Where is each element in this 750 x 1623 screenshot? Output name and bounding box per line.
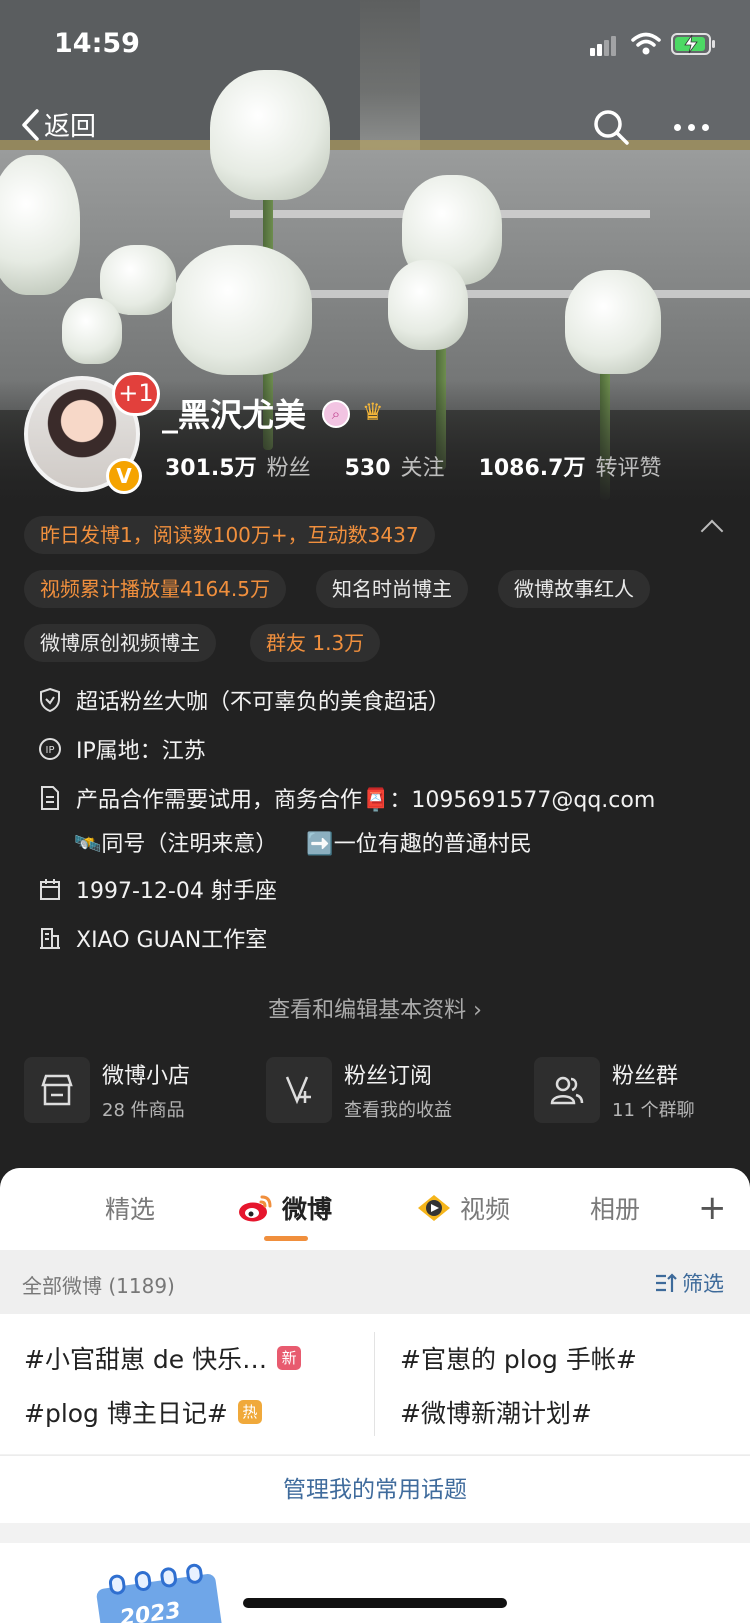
common-topics: #小官甜崽 de 快乐… 新 #plog 博主日记# 热 #官崽的 plog 手帐#… — [0, 1314, 750, 1454]
status-bar: 14:59 — [0, 28, 750, 68]
back-label: 返回 — [44, 112, 97, 142]
battery-charging-icon — [671, 33, 715, 55]
tab-featured[interactable]: 精选 — [105, 1190, 155, 1226]
group-friends-chip[interactable]: 群友 1.3万 — [250, 624, 381, 662]
top-nav: 返回 — [0, 106, 750, 150]
new-badge: 新 — [277, 1346, 302, 1370]
topic-item[interactable]: #官崽的 plog 手帐# — [400, 1340, 637, 1376]
back-button[interactable]: 返回 — [20, 106, 96, 143]
birthday-row: 1997-12-04 射手座 — [38, 873, 277, 905]
topic-item[interactable]: #plog 博主日记# 热 — [24, 1394, 262, 1430]
verified-badge-icon: V — [106, 458, 142, 494]
original-video-chip[interactable]: 微博原创视频博主 — [24, 624, 216, 662]
story-star-chip[interactable]: 微博故事红人 — [498, 570, 650, 608]
active-tab-indicator — [264, 1236, 308, 1241]
calendar-year: 2023 — [118, 1598, 183, 1623]
super-topic-icon[interactable]: ⌕ — [322, 400, 350, 428]
weibo-logo-icon — [239, 1195, 272, 1222]
shop-icon — [24, 1057, 90, 1123]
all-posts-count[interactable]: 全部微博 (1189) — [22, 1270, 175, 1299]
filter-button[interactable]: 筛选 — [654, 1268, 724, 1298]
shield-icon — [40, 687, 60, 713]
video-play-icon — [418, 1195, 450, 1221]
calendar-illustration: 2023 — [95, 1562, 225, 1623]
divider — [374, 1332, 375, 1436]
signal-icon — [590, 36, 616, 56]
chevron-left-icon — [22, 108, 39, 141]
bio-line-2: 🛰️同号（注明来意） ➡️一位有趣的普通村民 — [74, 832, 532, 857]
stat-following[interactable]: 530 关注 — [345, 450, 445, 482]
company-row: XIAO GUAN工作室 — [38, 922, 267, 954]
chevron-up-icon[interactable] — [700, 519, 724, 543]
manage-topics-link[interactable]: 管理我的常用话题 — [0, 1455, 750, 1523]
plus-one-badge[interactable]: +1 — [112, 372, 160, 416]
tulip — [565, 270, 661, 374]
stat-followers[interactable]: 301.5万 粉丝 — [165, 450, 311, 482]
building-icon — [40, 928, 60, 949]
svg-text:IP: IP — [46, 745, 55, 756]
wifi-icon — [631, 32, 661, 55]
calendar-icon — [40, 879, 60, 900]
home-indicator — [243, 1598, 507, 1608]
status-time: 14:59 — [54, 28, 140, 59]
tulip — [0, 155, 80, 295]
username: _黑沢尤美 — [162, 396, 307, 434]
tab-album[interactable]: 相册 — [590, 1190, 640, 1226]
tulip — [62, 298, 122, 364]
tab-video[interactable]: 视频 — [416, 1190, 510, 1226]
topic-item[interactable]: #微博新潮计划# — [400, 1394, 592, 1430]
edit-profile-link[interactable]: 查看和编辑基本资料 › — [0, 992, 750, 1024]
stat-engagement[interactable]: 1086.7万 转评赞 — [479, 450, 662, 482]
service-fan-subscription[interactable]: 粉丝订阅 查看我的收益 — [266, 1055, 452, 1125]
fan-subscription-icon — [266, 1057, 332, 1123]
service-fan-group[interactable]: 粉丝群 11 个群聊 — [534, 1055, 695, 1125]
group-icon — [534, 1057, 600, 1123]
bio-row: 产品合作需要试用，商务合作📮：1095691577@qq.com — [38, 782, 655, 814]
filter-bar: 全部微博 (1189) 筛选 — [0, 1250, 750, 1314]
content-panel: 精选 微博 视频 相册 + 全部微博 (1189) 筛选 #小官甜崽 de 快乐… — [0, 1168, 750, 1623]
ip-icon: IP — [39, 738, 61, 760]
video-plays-chip[interactable]: 视频累计播放量4164.5万 — [24, 570, 286, 608]
document-icon — [41, 786, 59, 810]
topic-item[interactable]: #小官甜崽 de 快乐… 新 — [24, 1340, 302, 1376]
profile-stats: 301.5万 粉丝 530 关注 1086.7万 转评赞 — [165, 450, 661, 482]
tulip — [172, 245, 312, 375]
tab-weibo[interactable]: 微博 — [238, 1190, 332, 1226]
profile-tabs: 精选 微博 视频 相册 + — [0, 1168, 750, 1250]
super-topic-row[interactable]: 超话粉丝大咖（不可辜负的美食超话） — [38, 684, 450, 716]
crown-badge-icon[interactable]: ♛ — [362, 398, 392, 426]
search-icon[interactable] — [592, 108, 630, 146]
tulip — [388, 260, 468, 350]
ip-location-row: IP IP属地：江苏 — [38, 733, 206, 765]
more-options-button[interactable] — [674, 124, 709, 131]
service-shop[interactable]: 微博小店 28 件商品 — [24, 1055, 190, 1125]
hot-badge: 热 — [237, 1400, 262, 1424]
daily-summary-chip[interactable]: 昨日发博1，阅读数100万+，互动数3437 — [24, 516, 435, 554]
add-tab-icon[interactable]: + — [698, 1188, 727, 1228]
fashion-blogger-chip[interactable]: 知名时尚博主 — [316, 570, 468, 608]
promo-card[interactable]: 2023 — [0, 1543, 750, 1623]
filter-icon — [656, 1273, 677, 1292]
